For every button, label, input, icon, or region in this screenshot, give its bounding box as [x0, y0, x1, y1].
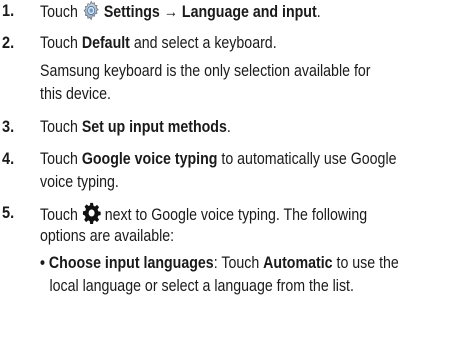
setup-input-methods-label: Set up input methods — [81, 118, 227, 136]
settings-gear-icon — [82, 0, 100, 28]
touch-word: Touch — [40, 3, 78, 21]
automatic-label: Automatic — [263, 254, 333, 272]
instructions-page: 1. Touch Settings → Language and input. … — [0, 0, 472, 340]
step-rest: to automatically use Google — [221, 150, 397, 168]
settings-label: Settings — [103, 3, 160, 21]
bullet-line-2: local language or select a language from… — [49, 277, 354, 295]
choose-input-languages-label: Choose input languages — [48, 254, 214, 272]
language-input-label: Language and input — [181, 3, 317, 21]
step-number: 4. — [2, 150, 15, 168]
step-text: Touch next to Google voice typing. The f… — [40, 202, 453, 298]
period: . — [226, 118, 231, 136]
path-arrow: → — [163, 3, 178, 21]
step-text: Touch Google voice typing to automatical… — [40, 148, 453, 194]
period: . — [316, 3, 321, 21]
step-text: Touch Settings → Language and input. — [40, 0, 453, 23]
step-line-2: voice typing. — [40, 173, 119, 191]
bullet-rest: to use the — [336, 254, 399, 272]
step-text: Touch Set up input methods. — [40, 116, 453, 139]
bullet-dot: • — [40, 254, 45, 272]
note-line-1: Samsung keyboard is the only selection a… — [40, 62, 371, 80]
step-line-2: options are available: — [40, 227, 175, 245]
step-number: 3. — [2, 118, 15, 136]
default-label: Default — [81, 34, 130, 52]
step-text: Touch Default and select a keyboard. Sam… — [40, 32, 453, 106]
bullet-item: • Choose input languages: Touch Automati… — [40, 252, 453, 275]
touch-word: Touch — [40, 34, 78, 52]
google-voice-typing-label: Google voice typing — [81, 150, 218, 168]
note-line-2: this device. — [40, 85, 111, 103]
step-rest: and select a keyboard. — [133, 34, 277, 52]
touch-word: Touch — [40, 206, 78, 224]
step-rest: next to Google voice typing. The followi… — [104, 206, 368, 224]
touch-word: Touch — [40, 118, 78, 136]
touch-word: Touch — [40, 150, 78, 168]
step-number: 1. — [2, 2, 15, 20]
step-number: 5. — [2, 204, 15, 222]
colon: : — [213, 254, 218, 272]
step-number: 2. — [2, 34, 15, 52]
touch-word: Touch — [221, 254, 260, 272]
